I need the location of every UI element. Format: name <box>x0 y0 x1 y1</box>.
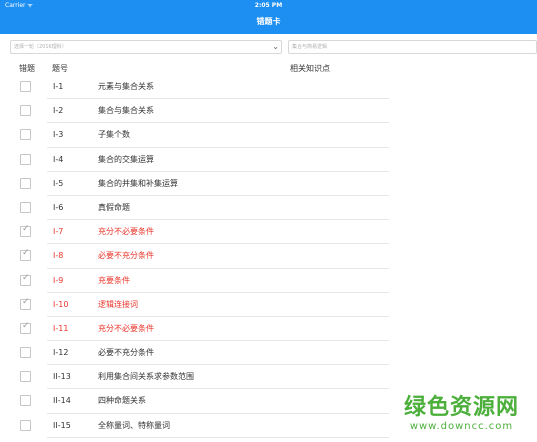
question-number: II-14 <box>53 396 71 406</box>
column-number: 题号 <box>52 64 68 73</box>
exam-select-value: 选择一轮（2016理科） <box>14 44 67 50</box>
knowledge-point: 元素与集合关系 <box>98 82 154 91</box>
knowledge-point: 真假命题 <box>98 202 130 212</box>
error-checkbox[interactable] <box>20 129 31 141</box>
knowledge-point: 逻辑连接词 <box>98 299 138 309</box>
question-number: I-5 <box>53 178 64 188</box>
knowledge-point: 充要条件 <box>98 275 130 285</box>
question-row[interactable]: I-9 充要条件 <box>0 269 537 293</box>
knowledge-point: 集合与集合关系 <box>98 106 154 116</box>
knowledge-point: 子集个数 <box>98 130 130 140</box>
error-checkbox[interactable] <box>20 177 31 189</box>
question-number: I-8 <box>53 251 64 261</box>
error-checkbox[interactable] <box>20 347 31 359</box>
question-number: I-9 <box>53 275 64 285</box>
question-row[interactable]: I-10 逻辑连接词 <box>0 293 537 317</box>
question-number: I-3 <box>53 130 64 140</box>
question-number: II-13 <box>53 372 71 382</box>
error-checkbox[interactable] <box>20 224 31 238</box>
knowledge-point: 充分不必要条件 <box>98 323 154 333</box>
question-row[interactable]: I-2 集合与集合关系 <box>0 99 537 124</box>
question-number: I-6 <box>53 202 64 212</box>
error-checkbox[interactable] <box>20 371 31 383</box>
column-header: 错题 题号 相关知识点 <box>0 62 537 76</box>
app-header: Carrier ᯤ 2:05 PM 错题卡 <box>0 0 537 34</box>
chevron-down-icon[interactable]: ⌄ <box>272 41 279 53</box>
error-checkbox[interactable] <box>20 248 31 262</box>
question-row[interactable]: I-8 必要不充分条件 <box>0 244 537 269</box>
error-checkbox[interactable] <box>20 395 31 407</box>
knowledge-point: 集合的交集运算 <box>98 154 154 164</box>
question-row[interactable]: I-6 真假命题 <box>0 196 537 221</box>
question-row[interactable]: I-12 必要不充分条件 <box>0 341 537 366</box>
knowledge-point: 四种命题关系 <box>98 396 146 406</box>
row-divider <box>47 436 389 438</box>
knowledge-point: 利用集合间关系求参数范围 <box>98 372 194 382</box>
error-checkbox[interactable] <box>20 321 31 334</box>
question-number: I-10 <box>53 299 69 309</box>
question-row[interactable]: I-11 充分不必要条件 <box>0 317 537 342</box>
error-checkbox[interactable] <box>20 419 31 431</box>
error-checkbox[interactable] <box>20 105 31 117</box>
error-checkbox[interactable] <box>20 297 31 310</box>
question-number: I-2 <box>53 106 64 116</box>
question-row[interactable]: I-5 集合的并集和补集运算 <box>0 172 537 196</box>
column-knowledge: 相关知识点 <box>290 64 330 73</box>
watermark: 绿色资源网 www.downcc.com <box>404 389 519 432</box>
question-number: I-4 <box>53 154 64 164</box>
watermark-url: www.downcc.com <box>409 421 514 432</box>
search-placeholder: 集合与简易逻辑 <box>292 44 328 50</box>
error-checkbox[interactable] <box>20 81 31 92</box>
question-row[interactable]: I-4 集合的交集运算 <box>0 148 537 172</box>
watermark-text: 绿色资源网 <box>403 395 519 420</box>
exam-select[interactable]: 选择一轮（2016理科） ⌄ <box>10 40 282 54</box>
search-input[interactable]: 集合与简易逻辑 <box>288 40 537 54</box>
knowledge-point: 充分不必要条件 <box>98 227 154 237</box>
clock: 2:05 PM <box>254 2 283 9</box>
knowledge-point: 集合的并集和补集运算 <box>98 178 178 188</box>
error-checkbox[interactable] <box>20 273 31 286</box>
column-error: 错题 <box>19 64 35 73</box>
knowledge-point: 必要不充分条件 <box>98 348 154 358</box>
filter-bar: 选择一轮（2016理科） ⌄ 集合与简易逻辑 <box>10 40 537 54</box>
error-checkbox[interactable] <box>20 201 31 213</box>
question-number: I-1 <box>53 82 64 91</box>
knowledge-point: 必要不充分条件 <box>98 251 154 261</box>
question-number: I-7 <box>53 227 64 237</box>
question-row[interactable]: I-3 子集个数 <box>0 123 537 148</box>
question-number: I-12 <box>53 348 69 358</box>
status-bar: Carrier ᯤ 2:05 PM <box>0 0 537 12</box>
question-row[interactable]: I-7 充分不必要条件 <box>0 220 537 245</box>
question-number: II-15 <box>53 420 71 430</box>
question-number: I-11 <box>53 323 69 333</box>
knowledge-point: 全称量词、特称量词 <box>98 420 170 430</box>
error-checkbox[interactable] <box>20 153 31 165</box>
question-list: I-1 元素与集合关系 I-2 集合与集合关系 I-3 子集个数 I-4 集合的交集运算 I-5… <box>0 75 537 438</box>
question-row[interactable]: II-13 利用集合间关系求参数范围 <box>0 365 537 390</box>
page-title: 错题卡 <box>256 17 281 26</box>
question-row[interactable]: I-1 元素与集合关系 <box>0 75 537 100</box>
